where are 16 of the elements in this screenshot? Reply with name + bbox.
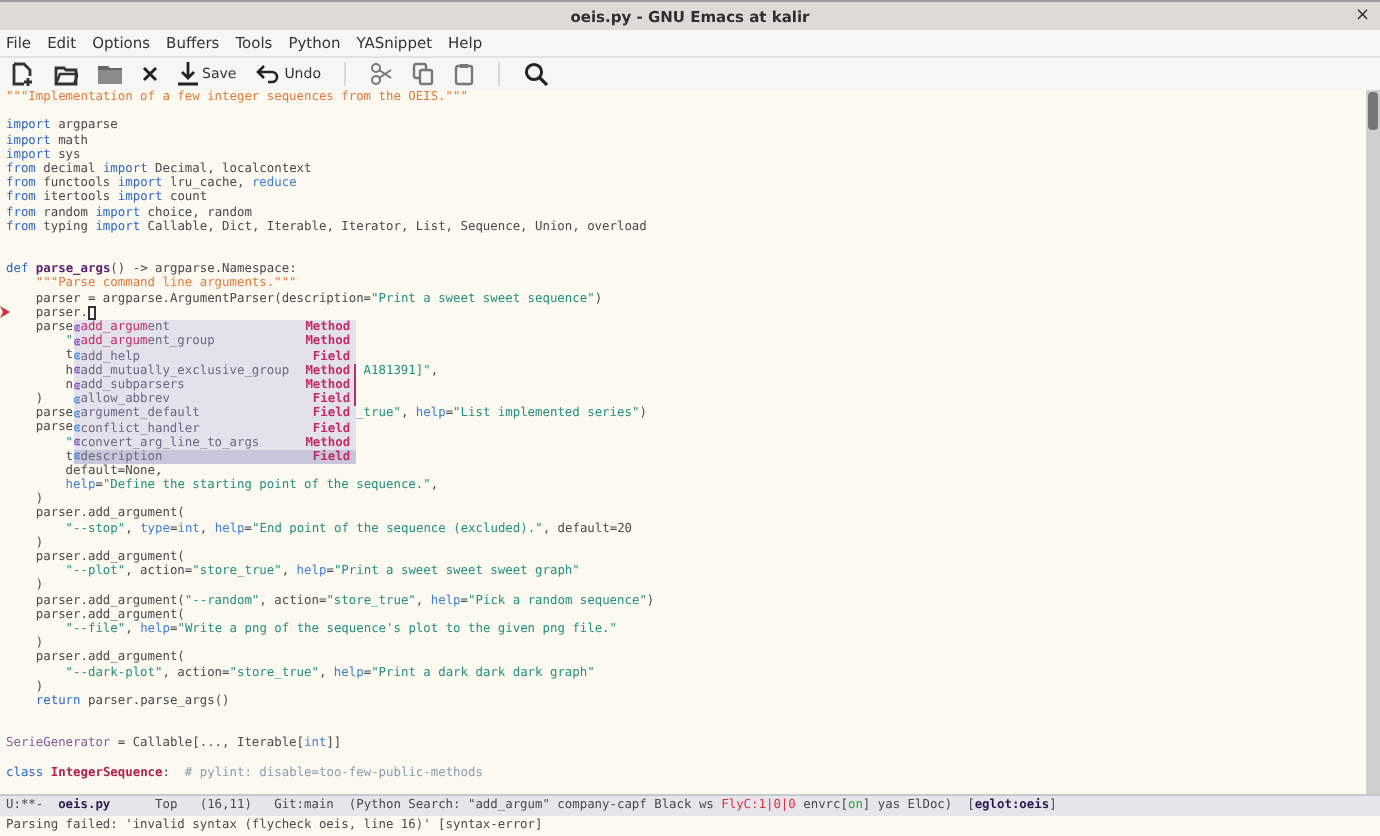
close-button[interactable]: × bbox=[1350, 4, 1374, 28]
download-icon bbox=[178, 62, 198, 86]
open-folder-icon[interactable] bbox=[50, 61, 82, 87]
method-icon bbox=[73, 436, 81, 449]
close-icon[interactable] bbox=[138, 64, 162, 84]
scrollbar-thumb[interactable] bbox=[353, 363, 357, 407]
copy-icon[interactable] bbox=[408, 60, 439, 88]
undo-arrow-icon bbox=[256, 64, 281, 84]
new-file-icon[interactable] bbox=[8, 60, 38, 88]
field-icon bbox=[73, 450, 81, 463]
search-icon[interactable] bbox=[520, 60, 553, 88]
clipboard-icon[interactable] bbox=[450, 60, 479, 88]
folder-icon[interactable] bbox=[94, 62, 126, 86]
scrollbar-thumb[interactable] bbox=[1368, 92, 1378, 130]
field-icon bbox=[73, 350, 81, 363]
scissors-icon[interactable] bbox=[366, 60, 397, 88]
